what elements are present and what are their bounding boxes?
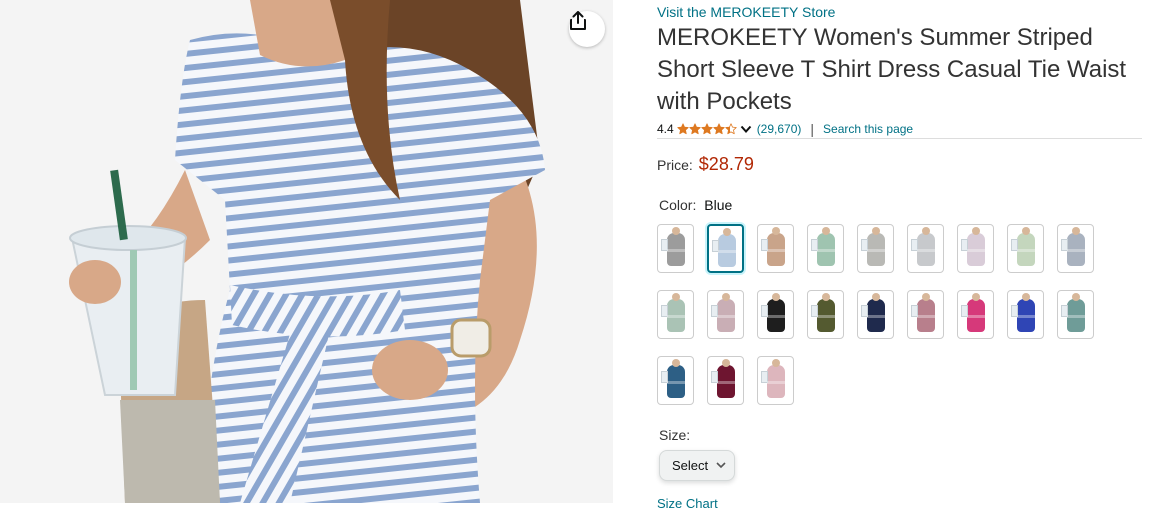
- selected-color: Blue: [704, 197, 733, 213]
- swatch-sash: [667, 249, 685, 252]
- color-swatch[interactable]: [1007, 290, 1044, 339]
- star-icon: [689, 123, 701, 135]
- swatch-sash: [967, 249, 985, 252]
- swatch-sash: [967, 315, 985, 318]
- swatch-sash: [667, 381, 685, 384]
- color-swatch[interactable]: [657, 356, 694, 405]
- swatch-model-head: [722, 293, 730, 301]
- search-this-page-link[interactable]: Search this page: [823, 122, 913, 136]
- color-swatch[interactable]: [757, 224, 794, 273]
- swatch-model-head: [822, 293, 830, 301]
- swatch-model-head: [872, 293, 880, 301]
- swatch-model-head: [922, 227, 930, 235]
- swatch-model-head: [772, 227, 780, 235]
- separator: |: [810, 121, 815, 137]
- color-swatch[interactable]: [907, 224, 944, 273]
- size-select-label: Select: [672, 458, 709, 473]
- swatch-model-head: [972, 293, 980, 301]
- swatch-sash: [1017, 315, 1035, 318]
- color-swatch[interactable]: [1007, 224, 1044, 273]
- color-swatch[interactable]: [957, 290, 994, 339]
- swatch-model-head: [822, 227, 830, 235]
- swatch-model-head: [722, 359, 730, 367]
- color-swatch[interactable]: [707, 224, 744, 273]
- dress-photo: [0, 0, 613, 503]
- swatch-sash: [767, 315, 785, 318]
- color-label: Color:: [659, 197, 697, 213]
- star-icon: [701, 123, 713, 135]
- swatch-sash: [1067, 315, 1085, 318]
- swatch-model-head: [972, 227, 980, 235]
- swatch-sash: [917, 315, 935, 318]
- color-swatch[interactable]: [1057, 224, 1094, 273]
- chevron-down-icon[interactable]: [740, 125, 752, 134]
- color-swatch[interactable]: [1057, 290, 1094, 339]
- chevron-down-icon: [716, 462, 726, 469]
- product-main-image[interactable]: [0, 0, 613, 503]
- swatch-sash: [718, 250, 736, 253]
- color-swatch[interactable]: [757, 356, 794, 405]
- swatch-sash: [767, 381, 785, 384]
- swatch-model-head: [672, 359, 680, 367]
- share-icon: [570, 11, 586, 30]
- size-label: Size:: [659, 427, 691, 443]
- swatch-sash: [917, 249, 935, 252]
- product-title: MEROKEETY Women's Summer Striped Short S…: [657, 24, 1127, 115]
- color-swatch[interactable]: [857, 224, 894, 273]
- swatch-sash: [817, 315, 835, 318]
- swatch-sash: [667, 315, 685, 318]
- rating-row: 4.4 (29,670) | Search this page: [657, 121, 913, 137]
- swatch-model-head: [772, 359, 780, 367]
- color-swatch[interactable]: [707, 356, 744, 405]
- size-chart-link[interactable]: Size Chart: [657, 496, 718, 511]
- price-label: Price:: [657, 157, 693, 173]
- store-link[interactable]: Visit the MEROKEETY Store: [657, 4, 835, 20]
- color-swatch[interactable]: [657, 290, 694, 339]
- color-swatch[interactable]: [757, 290, 794, 339]
- size-select-dropdown[interactable]: Select: [659, 450, 735, 481]
- swatch-sash: [767, 249, 785, 252]
- swatch-sash: [717, 315, 735, 318]
- swatch-sash: [867, 249, 885, 252]
- color-swatch[interactable]: [807, 290, 844, 339]
- swatch-model-head: [772, 293, 780, 301]
- divider: [657, 138, 1142, 139]
- color-swatch[interactable]: [857, 290, 894, 339]
- color-swatch[interactable]: [907, 290, 944, 339]
- color-swatch[interactable]: [657, 224, 694, 273]
- star-icon: [725, 123, 737, 135]
- color-label-row: Color: Blue: [659, 197, 732, 213]
- swatch-model-head: [1072, 293, 1080, 301]
- color-swatch[interactable]: [957, 224, 994, 273]
- color-swatch[interactable]: [707, 290, 744, 339]
- swatch-model-head: [672, 227, 680, 235]
- swatch-sash: [717, 381, 735, 384]
- price-row: Price: $28.79: [657, 154, 754, 175]
- swatch-model-head: [922, 293, 930, 301]
- swatch-model-head: [1022, 293, 1030, 301]
- star-icon: [713, 123, 725, 135]
- swatch-sash: [1067, 249, 1085, 252]
- swatch-model-head: [872, 227, 880, 235]
- swatch-model-head: [723, 228, 731, 236]
- swatch-model-head: [1072, 227, 1080, 235]
- star-rating[interactable]: [677, 123, 737, 135]
- price-value: $28.79: [698, 154, 754, 174]
- swatch-sash: [1017, 249, 1035, 252]
- swatch-sash: [817, 249, 835, 252]
- rating-value: 4.4: [657, 122, 674, 136]
- ratings-count-link[interactable]: (29,670): [757, 122, 802, 136]
- swatch-sash: [867, 315, 885, 318]
- star-icon: [677, 123, 689, 135]
- color-swatch[interactable]: [807, 224, 844, 273]
- share-button[interactable]: [569, 11, 605, 47]
- swatch-model-head: [1022, 227, 1030, 235]
- swatch-model-head: [672, 293, 680, 301]
